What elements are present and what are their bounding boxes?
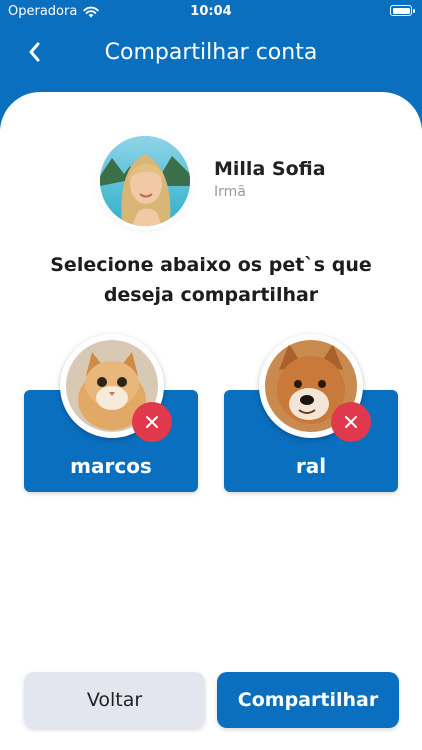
pet-name: marcos <box>70 454 152 478</box>
profile-name: Milla Sofia <box>214 158 326 180</box>
battery-icon <box>390 5 415 16</box>
remove-pet-button[interactable] <box>331 402 371 442</box>
remove-pet-button[interactable] <box>132 402 172 442</box>
status-bar: Operadora 10:04 <box>0 0 422 24</box>
profile-relation: Irmã <box>214 184 246 200</box>
person-photo-icon <box>100 136 190 226</box>
app-header: Compartilhar conta <box>0 26 422 82</box>
close-icon <box>345 416 357 428</box>
page-title: Compartilhar conta <box>104 40 318 65</box>
instruction-line-2: deseja compartilhar <box>103 284 319 306</box>
instruction-text: Selecione abaixo os pet`s que deseja com… <box>30 250 392 310</box>
voltar-button[interactable]: Voltar <box>24 672 205 728</box>
status-time: 10:04 <box>190 4 232 19</box>
profile-summary: Milla Sofia Irmã <box>100 136 400 228</box>
instruction-line-1: Selecione abaixo os pet`s que <box>50 254 372 276</box>
compartilhar-button[interactable]: Compartilhar <box>217 672 399 728</box>
pet-name: ral <box>295 454 327 478</box>
close-icon <box>146 416 158 428</box>
content-sheet: Milla Sofia Irmã Selecione abaixo os pet… <box>0 92 422 750</box>
avatar <box>100 136 190 226</box>
